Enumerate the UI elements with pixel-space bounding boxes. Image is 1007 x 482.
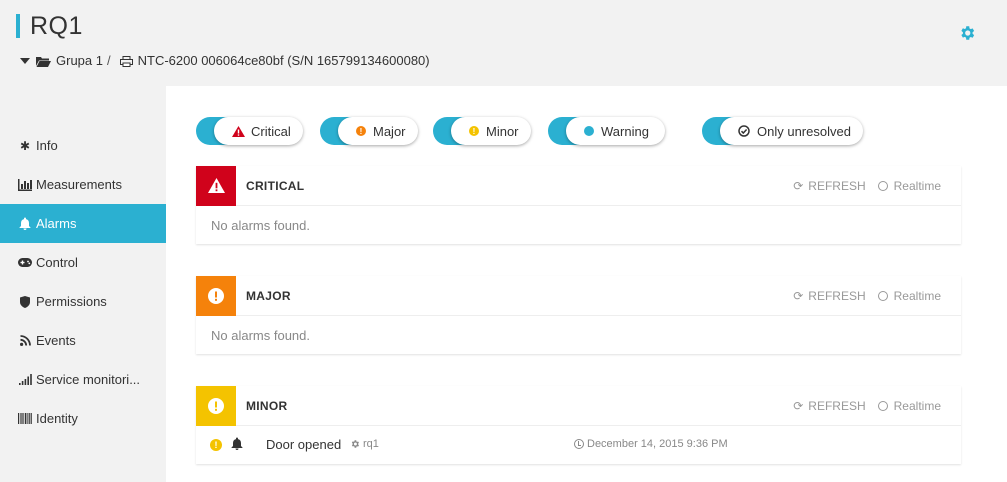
sidebar-item-label: Info [36,138,58,153]
sidebar-item-permissions[interactable]: Permissions [0,282,176,321]
breadcrumb-separator: / [106,53,111,68]
exclamation-circle-icon: ! [210,439,222,451]
alarm-source[interactable]: rq1 [350,438,379,450]
toggle-pill: ! Major [338,117,418,145]
breadcrumb: Grupa 1 / NTC-6200 006064ce80bf (S/N 165… [20,53,430,68]
device-icon [119,55,133,67]
sidebar-item-measurements[interactable]: Measurements [0,165,176,204]
panel-actions: ⟳ REFRESH Realtime [793,166,941,206]
toggle-pill: Critical [214,117,303,145]
exclamation-circle-icon: ! [356,126,366,136]
toggle-pill: ! Minor [451,117,531,145]
realtime-toggle[interactable]: Realtime [877,399,941,413]
alarm-text: Door opened [266,437,342,452]
sidebar-item-control[interactable]: Control [0,243,176,282]
sidebar-item-label: Events [36,333,76,348]
refresh-icon: ⟳ [793,399,804,413]
main-content: Critical ! Major ! Minor Warning Only un… [166,86,1007,482]
filter-label: Only unresolved [757,123,851,139]
panel-header: MAJOR ⟳ REFRESH Realtime [196,275,961,316]
panel-title: MINOR [246,398,288,413]
panel-title: CRITICAL [246,178,305,193]
bar-chart-icon [18,178,32,192]
caret-down-icon[interactable] [20,57,30,64]
panel-actions: ⟳ REFRESH Realtime [793,276,941,316]
alarm-time-label: December 14, 2015 9:36 PM [587,438,728,450]
bell-icon [18,217,32,231]
signal-icon [18,373,32,387]
radio-circle-icon [877,401,888,411]
filter-label: Major [373,123,406,139]
refresh-label: REFRESH [808,289,866,303]
refresh-button[interactable]: ⟳ REFRESH [793,179,865,193]
gamepad-icon [18,256,32,270]
toggle-pill: Only unresolved [720,117,863,145]
sidebar-item-alarms[interactable]: Alarms [0,204,176,243]
sidebar-item-info[interactable]: ✱ Info [0,126,176,165]
sidebar-item-identity[interactable]: Identity [0,399,176,438]
critical-alarms-panel: CRITICAL ⟳ REFRESH Realtime No alarms fo… [196,165,961,244]
sidebar-item-service-monitoring[interactable]: Service monitori... [0,360,176,399]
page-title-bar: RQ1 [16,12,83,40]
exclamation-circle-icon [196,385,236,426]
warning-triangle-icon [232,125,245,137]
gear-icon[interactable] [958,24,976,42]
realtime-toggle[interactable]: Realtime [877,289,941,303]
folder-open-icon [36,55,51,67]
shield-icon [18,295,32,309]
breadcrumb-device[interactable]: NTC-6200 006064ce80bf (S/N 1657991346000… [138,53,430,68]
sidebar-item-label: Control [36,255,78,270]
radio-circle-icon [877,291,888,301]
sidebar-item-label: Measurements [36,177,122,192]
sidebar-item-label: Service monitori... [36,372,141,387]
empty-message: No alarms found. [211,217,310,233]
refresh-label: REFRESH [808,179,866,193]
clock-icon [574,439,584,449]
panel-actions: ⟳ REFRESH Realtime [793,386,941,426]
realtime-label: Realtime [893,289,941,303]
exclamation-circle-icon: ! [469,126,479,136]
sidebar-item-events[interactable]: Events [0,321,176,360]
panel-header: CRITICAL ⟳ REFRESH Realtime [196,165,961,206]
circle-icon [584,126,594,136]
refresh-icon: ⟳ [793,289,804,303]
alarm-source-label: rq1 [363,438,379,450]
page-title: RQ1 [30,11,83,40]
exclamation-circle-icon [196,275,236,316]
panel-header: MINOR ⟳ REFRESH Realtime [196,385,961,426]
alarm-time: December 14, 2015 9:36 PM [574,438,728,450]
title-accent-bar [16,14,20,38]
empty-message: No alarms found. [211,327,310,343]
sidebar-item-label: Permissions [36,294,107,309]
rss-icon [18,334,32,348]
realtime-label: Realtime [893,179,941,193]
barcode-icon [18,412,32,426]
filter-label: Warning [601,123,649,139]
warning-triangle-icon [196,165,236,206]
alarm-row[interactable]: ! Door opened rq1 December 14, 2015 9:36… [196,426,961,464]
refresh-button[interactable]: ⟳ REFRESH [793,399,865,413]
sidebar: ✱ Info Measurements Alarms Control Permi… [0,126,176,438]
major-alarms-panel: MAJOR ⟳ REFRESH Realtime No alarms found… [196,275,961,354]
refresh-icon: ⟳ [793,179,804,193]
bell-icon [231,437,243,451]
sidebar-item-label: Alarms [36,216,77,231]
breadcrumb-group[interactable]: Grupa 1 [56,53,103,68]
realtime-toggle[interactable]: Realtime [877,179,941,193]
gear-icon [350,439,360,449]
refresh-label: REFRESH [808,399,866,413]
realtime-label: Realtime [893,399,941,413]
radio-circle-icon [877,181,888,191]
refresh-button[interactable]: ⟳ REFRESH [793,289,865,303]
toggle-pill: Warning [566,117,665,145]
check-circle-icon [738,125,750,137]
sidebar-item-label: Identity [36,411,78,426]
filter-label: Minor [486,123,519,139]
filter-label: Critical [251,123,291,139]
panel-title: MAJOR [246,288,291,303]
asterisk-icon: ✱ [19,138,31,153]
minor-alarms-panel: MINOR ⟳ REFRESH Realtime ! Door opened r… [196,385,961,464]
